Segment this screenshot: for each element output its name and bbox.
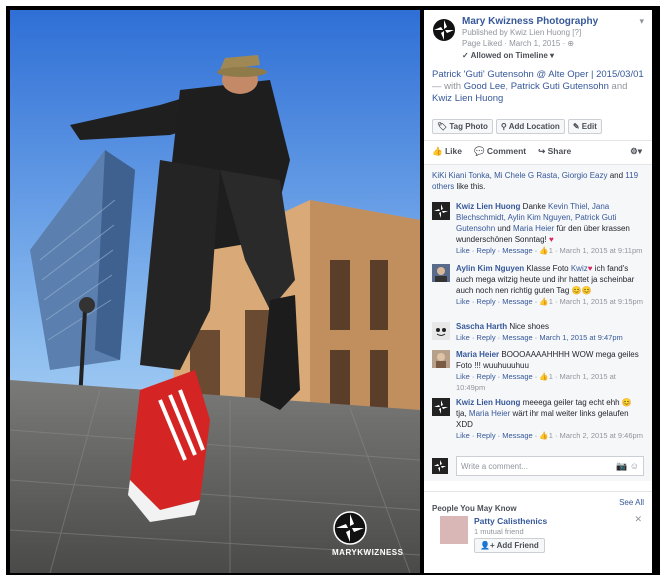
aperture-icon xyxy=(333,511,367,545)
comment-footer: Like · Reply · Message · 👍1 · March 1, 2… xyxy=(456,297,643,306)
thumbs-up-icon: 👍 xyxy=(432,146,445,156)
suggested-person-name[interactable]: Patty Calisthenics xyxy=(474,516,547,526)
like-count-icon: 👍 xyxy=(539,246,549,255)
comment-author[interactable]: Sascha Harth xyxy=(456,322,507,331)
smiley-icon[interactable]: ☺ xyxy=(630,461,639,471)
photo-image xyxy=(10,10,420,573)
close-icon[interactable]: ✕ xyxy=(634,514,642,525)
location-pin-icon: ⚲ xyxy=(500,122,509,131)
gear-icon[interactable]: ⚙▾ xyxy=(630,146,642,157)
edit-button[interactable]: ✎ Edit xyxy=(567,119,602,134)
avatar[interactable] xyxy=(440,516,468,544)
people-you-may-know: People You May Know See All ✕ Patty Cali… xyxy=(424,491,652,561)
see-all-link[interactable]: See All xyxy=(619,498,644,507)
comment-footer: Like · Reply · Message · 👍1 · March 1, 2… xyxy=(456,372,616,392)
likers-names[interactable]: KiKi Kiani Tonka, Mi Chele G Rasta, Gior… xyxy=(432,171,607,180)
share-button[interactable]: ↪ Share xyxy=(538,146,571,159)
like-count-icon: 👍 xyxy=(539,297,549,306)
likes-summary: KiKi Kiani Tonka, Mi Chele G Rasta, Gior… xyxy=(424,165,652,197)
photo[interactable]: MARYKWIZNESS xyxy=(10,10,420,573)
avatar[interactable] xyxy=(432,264,450,282)
smile-emoji: 😊 xyxy=(621,398,632,407)
smile-emoji: 😊😊 xyxy=(571,286,592,295)
like-count-icon: 👍 xyxy=(539,372,549,381)
pymk-title: People You May Know xyxy=(432,504,517,513)
comment-author[interactable]: Maria Heier xyxy=(456,350,499,359)
chevron-down-icon[interactable]: ▾ xyxy=(639,16,644,27)
add-user-icon: 👤+ xyxy=(480,541,497,550)
page-logo-icon[interactable] xyxy=(432,18,456,42)
comment-footer: Like · Reply · Message · 👍1 · March 1, 2… xyxy=(456,246,643,255)
like-count-icon: 👍 xyxy=(539,431,549,440)
photo-caption: Patrick 'Guti' Gutensohn @ Alte Oper | 2… xyxy=(432,69,644,104)
tag-photo-button[interactable]: 🏷 Tag Photo xyxy=(432,119,493,134)
comment-input[interactable]: Write a comment... 📷 ☺ xyxy=(456,456,644,476)
share-arrow-icon: ↪ xyxy=(538,146,548,156)
tag-icon: 🏷 xyxy=(437,122,450,131)
caption-title: Patrick 'Guti' Gutensohn @ Alte Oper | 2… xyxy=(432,69,644,80)
avatar[interactable] xyxy=(432,202,450,220)
like-button[interactable]: 👍 Like xyxy=(432,146,462,159)
write-comment: Write a comment... 📷 ☺ xyxy=(424,451,652,481)
sidebar-panel: Mary Kwizness Photography Published by K… xyxy=(424,10,652,573)
avatar xyxy=(432,458,448,474)
comment: Kwiz Lien Huong Danke Kevin Thiel, Jana … xyxy=(424,197,652,259)
comment: Maria Heier BOOOAAAAHHHH WOW mega geiles… xyxy=(424,345,652,393)
camera-icon[interactable]: 📷 xyxy=(616,461,627,471)
avatar[interactable] xyxy=(432,398,450,416)
watermark-logo: MARYKWIZNESS xyxy=(332,510,404,557)
heart-emoji: ♥ xyxy=(548,235,554,244)
comment-footer: Like · Reply · Message · 👍1 · March 2, 2… xyxy=(456,431,643,440)
comment-author[interactable]: Kwiz Lien Huong xyxy=(456,202,520,211)
comment-author[interactable]: Aylin Kim Nguyen xyxy=(456,264,524,273)
tag-good-lee[interactable]: Good Lee xyxy=(464,81,506,92)
page-name[interactable]: Mary Kwizness Photography xyxy=(462,16,644,27)
check-icon: ✓ xyxy=(462,51,471,60)
mutual-friends[interactable]: 1 mutual friend xyxy=(474,527,524,536)
avatar[interactable] xyxy=(432,350,450,368)
speech-bubble-icon: 💬 xyxy=(473,146,487,156)
globe-icon: ⊕ xyxy=(567,39,575,48)
pencil-icon: ✎ xyxy=(572,122,582,131)
published-by: Published by Kwiz Lien Huong [?] xyxy=(462,28,582,37)
page-liked-date: Page Liked · March 1, 2015 · ⊕ xyxy=(462,39,575,48)
comment-author[interactable]: Kwiz Lien Huong xyxy=(456,398,520,407)
comment-list: Kwiz Lien Huong Danke Kevin Thiel, Jana … xyxy=(424,197,652,481)
tag-kwiz[interactable]: Kwiz Lien Huong xyxy=(432,93,503,104)
comment: Sascha Harth Nice shoes Like · Reply · M… xyxy=(424,317,652,345)
watermark-text: MARYKWIZNESS xyxy=(332,548,404,557)
post-actions: 👍 Like 💬 Comment ↪ Share ⚙▾ xyxy=(424,141,652,165)
avatar[interactable] xyxy=(432,322,450,340)
post-header: Mary Kwizness Photography Published by K… xyxy=(424,10,652,65)
timeline-dropdown[interactable]: ✓ Allowed on Timeline ▾ xyxy=(462,51,644,60)
add-friend-button[interactable]: 👤+ Add Friend xyxy=(474,538,545,553)
tag-patrick[interactable]: Patrick Guti Gutensohn xyxy=(511,81,609,92)
comment: Kwiz Lien Huong meeega geiler tag echt e… xyxy=(424,393,652,451)
comment-button[interactable]: 💬 Comment xyxy=(474,146,526,159)
comment-footer: Like · Reply · Message · March 1, 2015 a… xyxy=(456,333,623,342)
comment: Aylin Kim Nguyen Klasse Foto Kwiz♥ ich f… xyxy=(424,259,652,317)
photo-tools: 🏷 Tag Photo ⚲ Add Location ✎ Edit xyxy=(424,113,652,141)
add-location-button[interactable]: ⚲ Add Location xyxy=(495,119,565,134)
